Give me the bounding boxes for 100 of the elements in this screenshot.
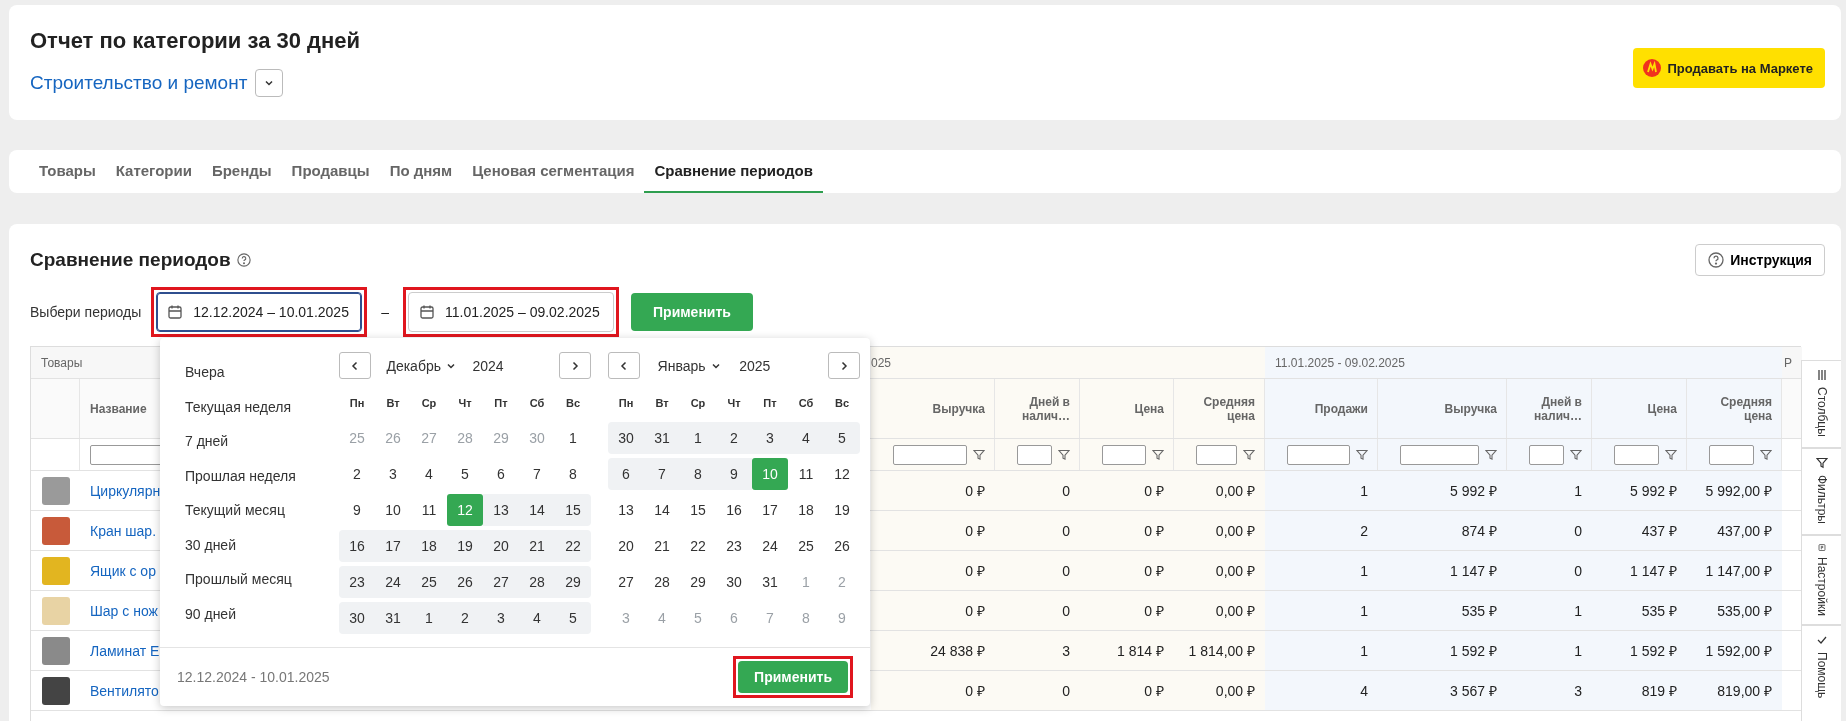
- calendar-day[interactable]: 24: [752, 530, 788, 562]
- filter-icon[interactable]: [1570, 448, 1582, 461]
- next-month-button[interactable]: [828, 352, 860, 379]
- calendar-day[interactable]: 14: [519, 494, 555, 526]
- column-header[interactable]: Выручка: [871, 379, 995, 438]
- filter-icon[interactable]: [1485, 448, 1497, 461]
- calendar-day[interactable]: 22: [555, 530, 591, 562]
- filter-icon[interactable]: [1058, 448, 1070, 461]
- filter-field[interactable]: [1017, 444, 1052, 465]
- side-panel-tab[interactable]: Фильтры: [1801, 448, 1841, 535]
- product-link[interactable]: Ящик с ор: [90, 562, 156, 579]
- tab[interactable]: Товары: [29, 150, 106, 193]
- calendar-day[interactable]: 1: [680, 422, 716, 454]
- preset-option[interactable]: Прошлый месяц: [185, 562, 292, 597]
- filter-field[interactable]: [1614, 444, 1659, 465]
- calendar-day[interactable]: 4: [519, 602, 555, 634]
- preset-option[interactable]: 7 дней: [185, 424, 229, 459]
- column-header[interactable]: Цена: [1080, 379, 1174, 438]
- calendar-day[interactable]: 21: [644, 530, 680, 562]
- calendar-day[interactable]: 28: [644, 566, 680, 598]
- date-range-field[interactable]: 12.12.2024 – 10.01.2025: [156, 292, 363, 332]
- filter-field[interactable]: [1287, 444, 1350, 465]
- calendar-day[interactable]: 26: [447, 566, 483, 598]
- calendar-day[interactable]: 11: [411, 494, 447, 526]
- calendar-day[interactable]: 15: [555, 494, 591, 526]
- calendar-day[interactable]: 31: [644, 422, 680, 454]
- calendar-day[interactable]: 13: [608, 494, 644, 526]
- calendar-day[interactable]: 8: [555, 458, 591, 490]
- next-month-button[interactable]: [558, 352, 591, 379]
- calendar-day[interactable]: 8: [680, 458, 716, 490]
- calendar-day[interactable]: 30: [608, 422, 644, 454]
- calendar-day[interactable]: 25: [411, 566, 447, 598]
- calendar-day[interactable]: 23: [716, 530, 752, 562]
- calendar-day[interactable]: 5: [447, 458, 483, 490]
- calendar-day[interactable]: 20: [608, 530, 644, 562]
- calendar-day[interactable]: 21: [519, 530, 555, 562]
- column-header[interactable]: Продажи: [1265, 379, 1378, 438]
- calendar-day[interactable]: 17: [752, 494, 788, 526]
- calendar-day[interactable]: 29: [555, 566, 591, 598]
- filter-field[interactable]: [1102, 444, 1146, 465]
- filter-icon[interactable]: [1152, 448, 1164, 461]
- column-header[interactable]: Выручка: [1378, 379, 1507, 438]
- calendar-day[interactable]: 19: [824, 494, 860, 526]
- calendar-day[interactable]: 7: [519, 458, 555, 490]
- filter-icon[interactable]: [1760, 448, 1772, 461]
- calendar-day[interactable]: 30: [716, 566, 752, 598]
- calendar-day[interactable]: 30: [339, 602, 375, 634]
- tab[interactable]: Продавцы: [281, 150, 380, 193]
- calendar-day[interactable]: 9: [339, 494, 375, 526]
- filter-field[interactable]: [1529, 444, 1564, 465]
- instructions-button[interactable]: Инструкция: [1695, 244, 1825, 276]
- calendar-day[interactable]: 6: [483, 458, 519, 490]
- calendar-day[interactable]: 4: [411, 458, 447, 490]
- month-select[interactable]: Декабрь: [386, 357, 457, 374]
- calendar-day[interactable]: 26: [824, 530, 860, 562]
- calendar-day[interactable]: 29: [680, 566, 716, 598]
- column-header[interactable]: Средняя цена: [1687, 379, 1782, 438]
- calendar-day[interactable]: 2: [339, 458, 375, 490]
- tab[interactable]: Бренды: [201, 150, 282, 193]
- calendar-day[interactable]: 19: [447, 530, 483, 562]
- column-header[interactable]: Дней в налич…: [1507, 379, 1592, 438]
- tab[interactable]: Категории: [105, 150, 202, 193]
- preset-option[interactable]: 30 дней: [185, 527, 236, 562]
- sell-on-market-button[interactable]: Продавать на Маркете: [1633, 48, 1825, 88]
- category-link[interactable]: Строительство и ремонт: [30, 72, 248, 94]
- calendar-day[interactable]: 2: [716, 422, 752, 454]
- preset-option[interactable]: Текущая неделя: [185, 389, 292, 424]
- calendar-day[interactable]: 13: [483, 494, 519, 526]
- calendar-day[interactable]: 5: [555, 602, 591, 634]
- preset-option[interactable]: 90 дней: [185, 596, 236, 631]
- calendar-day[interactable]: 27: [608, 566, 644, 598]
- calendar-day[interactable]: 22: [680, 530, 716, 562]
- calendar-day[interactable]: 25: [788, 530, 824, 562]
- calendar-day[interactable]: 17: [375, 530, 411, 562]
- calendar-day[interactable]: 31: [375, 602, 411, 634]
- calendar-day[interactable]: 6: [608, 458, 644, 490]
- calendar-day[interactable]: 16: [716, 494, 752, 526]
- filter-icon[interactable]: [1243, 448, 1255, 461]
- filter-field[interactable]: [1709, 444, 1754, 465]
- calendar-day[interactable]: 16: [339, 530, 375, 562]
- calendar-day[interactable]: 3: [752, 422, 788, 454]
- calendar-day[interactable]: 2: [447, 602, 483, 634]
- previous-month-button[interactable]: [339, 352, 371, 379]
- column-header[interactable]: Средняя цена: [1174, 379, 1265, 438]
- calendar-day[interactable]: 27: [483, 566, 519, 598]
- side-panel-tab[interactable]: Столбцы: [1801, 360, 1841, 448]
- column-header[interactable]: Цена: [1592, 379, 1687, 438]
- calendar-day[interactable]: 1: [411, 602, 447, 634]
- month-select[interactable]: Январь: [657, 357, 722, 374]
- calendar-day[interactable]: 24: [375, 566, 411, 598]
- calendar-day[interactable]: 12: [824, 458, 860, 490]
- side-panel-tab[interactable]: Настройки: [1801, 535, 1841, 625]
- calendar-day[interactable]: 9: [716, 458, 752, 490]
- product-link[interactable]: Кран шар.: [90, 522, 157, 539]
- calendar-day[interactable]: 15: [680, 494, 716, 526]
- filter-icon[interactable]: [1665, 448, 1677, 461]
- filter-field[interactable]: [1196, 444, 1237, 465]
- calendar-day[interactable]: 23: [339, 566, 375, 598]
- product-link[interactable]: Ламинат E: [90, 642, 160, 659]
- calendar-day[interactable]: 31: [752, 566, 788, 598]
